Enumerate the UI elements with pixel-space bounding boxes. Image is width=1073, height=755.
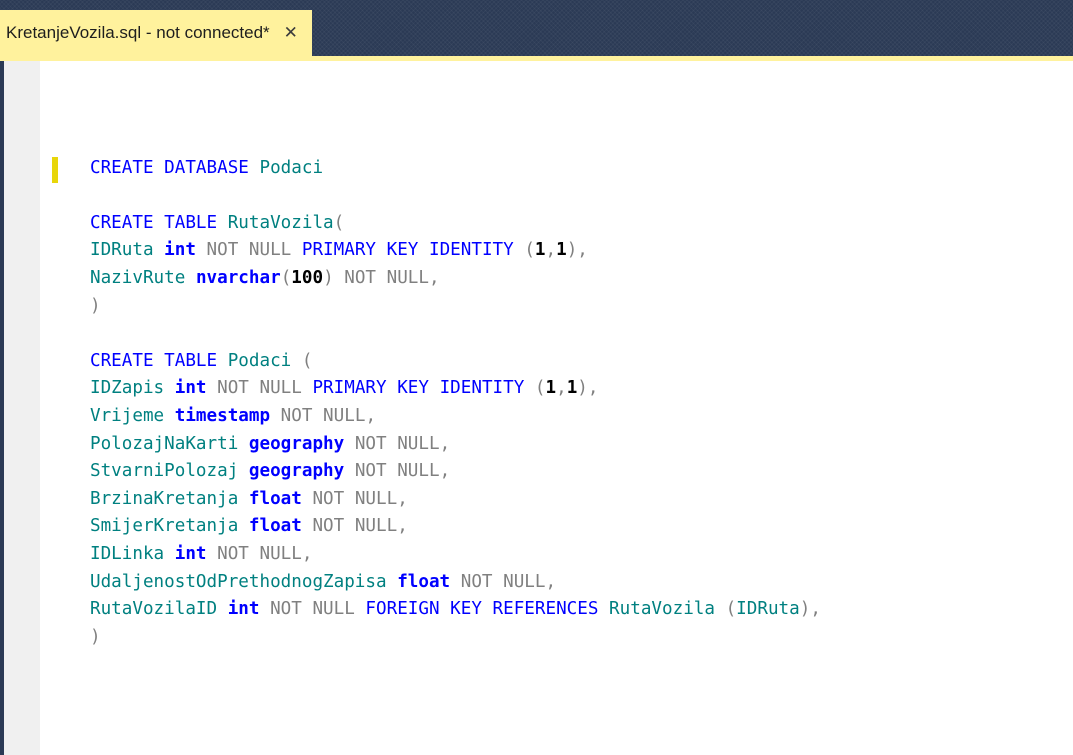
- code-token: 1: [534, 240, 546, 261]
- code-line: NazivRute nvarchar(100) NOT NULL,: [90, 265, 821, 293]
- code-token: NOT NULL: [206, 543, 302, 564]
- code-line: CREATE TABLE RutaVozila(: [90, 210, 821, 238]
- code-token: ,: [439, 461, 451, 482]
- unsaved-change-marker: [52, 157, 58, 183]
- code-token: NOT NULL: [195, 240, 302, 261]
- code-token: PolozajNaKarti: [90, 433, 249, 454]
- code-token: int: [174, 378, 207, 399]
- code-token: (: [725, 599, 737, 620]
- code-token: RutaVozilaID: [90, 599, 228, 620]
- code-token: ,: [397, 516, 408, 537]
- code-token: CREATE TABLE: [90, 212, 218, 233]
- code-token: ),: [799, 599, 821, 620]
- code-token: (: [513, 240, 535, 261]
- code-token: FOREIGN KEY REFERENCES: [365, 599, 599, 620]
- code-token: SmijerKretanja: [90, 516, 249, 537]
- code-token: ,: [439, 433, 451, 454]
- code-token: ): [90, 626, 101, 647]
- code-editor[interactable]: CREATE DATABASE Podaci CREATE TABLE Ruta…: [0, 61, 1073, 755]
- code-token: float: [397, 571, 451, 592]
- code-token: ,: [556, 378, 567, 399]
- code-line: PolozajNaKarti geography NOT NULL,: [90, 431, 821, 459]
- code-token: (: [280, 267, 292, 288]
- code-token: ),: [566, 240, 588, 261]
- code-token: IDLinka: [90, 543, 175, 564]
- code-token: NOT NULL: [301, 516, 398, 537]
- code-token: NazivRute: [90, 267, 196, 288]
- code-token: Podaci: [217, 350, 302, 371]
- code-token: ,: [545, 571, 557, 592]
- code-line: CREATE TABLE Podaci (: [90, 348, 821, 376]
- code-token: PRIMARY KEY IDENTITY: [312, 378, 525, 399]
- code-line: SmijerKretanja float NOT NULL,: [90, 513, 821, 541]
- code-token: NOT NULL: [344, 433, 440, 454]
- code-token: Vrijeme: [90, 405, 175, 426]
- code-token: float: [248, 516, 302, 537]
- code-line: Vrijeme timestamp NOT NULL,: [90, 403, 821, 431]
- code-line: RutaVozilaID int NOT NULL FOREIGN KEY RE…: [90, 596, 821, 624]
- code-line: UdaljenostOdPrethodnogZapisa float NOT N…: [90, 569, 821, 597]
- code-line: CREATE DATABASE Podaci: [90, 155, 821, 183]
- code-token: PRIMARY KEY IDENTITY: [301, 240, 514, 261]
- code-token: nvarchar: [195, 267, 281, 288]
- sql-editor-window: KretanjeVozila.sql - not connected* ✕ CR…: [0, 0, 1073, 755]
- code-token: ,: [397, 488, 408, 509]
- tab-title: KretanjeVozila.sql - not connected*: [6, 23, 270, 42]
- code-token: geography: [248, 461, 345, 482]
- close-icon[interactable]: ✕: [284, 24, 298, 42]
- code-token: (: [333, 212, 345, 233]
- editor-gutter: [4, 61, 40, 755]
- code-token: NOT NULL: [259, 599, 366, 620]
- code-token: ,: [301, 543, 313, 564]
- code-token: RutaVozila: [598, 599, 726, 620]
- code-token: NOT NULL: [206, 378, 313, 399]
- code-token: float: [248, 488, 302, 509]
- code-token: CREATE TABLE: [90, 350, 218, 371]
- code-token: ,: [429, 267, 440, 288]
- code-token: geography: [248, 433, 345, 454]
- code-token: NOT NULL: [301, 488, 398, 509]
- code-token: ,: [545, 240, 557, 261]
- code-line: BrzinaKretanja float NOT NULL,: [90, 486, 821, 514]
- code-token: 1: [545, 378, 557, 399]
- code-token: (: [524, 378, 546, 399]
- code-token: ): [323, 267, 334, 288]
- code-line: IDZapis int NOT NULL PRIMARY KEY IDENTIT…: [90, 375, 821, 403]
- code-token: RutaVozila: [217, 212, 334, 233]
- code-token: CREATE DATABASE: [90, 157, 249, 178]
- code-line: ): [90, 624, 821, 652]
- code-token: NOT NULL: [270, 405, 366, 426]
- code-token: StvarniPolozaj: [90, 461, 249, 482]
- code-token: (: [301, 350, 313, 371]
- code-token: UdaljenostOdPrethodnogZapisa: [90, 571, 398, 592]
- code-line: IDLinka int NOT NULL,: [90, 541, 821, 569]
- code-token: IDRuta: [90, 240, 165, 261]
- code-token: 1: [556, 240, 567, 261]
- code-line: StvarniPolozaj geography NOT NULL,: [90, 458, 821, 486]
- code-line: ): [90, 293, 821, 321]
- code-token: BrzinaKretanja: [90, 488, 249, 509]
- code-token: timestamp: [174, 405, 271, 426]
- code-token: ),: [577, 378, 599, 399]
- code-token: IDZapis: [90, 378, 175, 399]
- tab-kretanjevozila-sql[interactable]: KretanjeVozila.sql - not connected* ✕: [0, 10, 312, 56]
- document-tab-strip: KretanjeVozila.sql - not connected* ✕: [0, 0, 1073, 56]
- code-token: 100: [291, 267, 324, 288]
- code-token: Podaci: [248, 157, 324, 178]
- code-token: 1: [566, 378, 578, 399]
- code-token: ): [90, 295, 101, 316]
- code-token: IDRuta: [736, 599, 800, 620]
- code-token: ,: [365, 405, 377, 426]
- code-text[interactable]: CREATE DATABASE Podaci CREATE TABLE Ruta…: [90, 127, 821, 651]
- code-token: NOT NULL: [333, 267, 429, 288]
- code-token: int: [164, 240, 196, 261]
- code-token: NOT NULL: [344, 461, 440, 482]
- code-line: IDRuta int NOT NULL PRIMARY KEY IDENTITY…: [90, 237, 821, 265]
- code-token: NOT NULL: [450, 571, 546, 592]
- code-token: int: [227, 599, 260, 620]
- code-token: int: [174, 543, 207, 564]
